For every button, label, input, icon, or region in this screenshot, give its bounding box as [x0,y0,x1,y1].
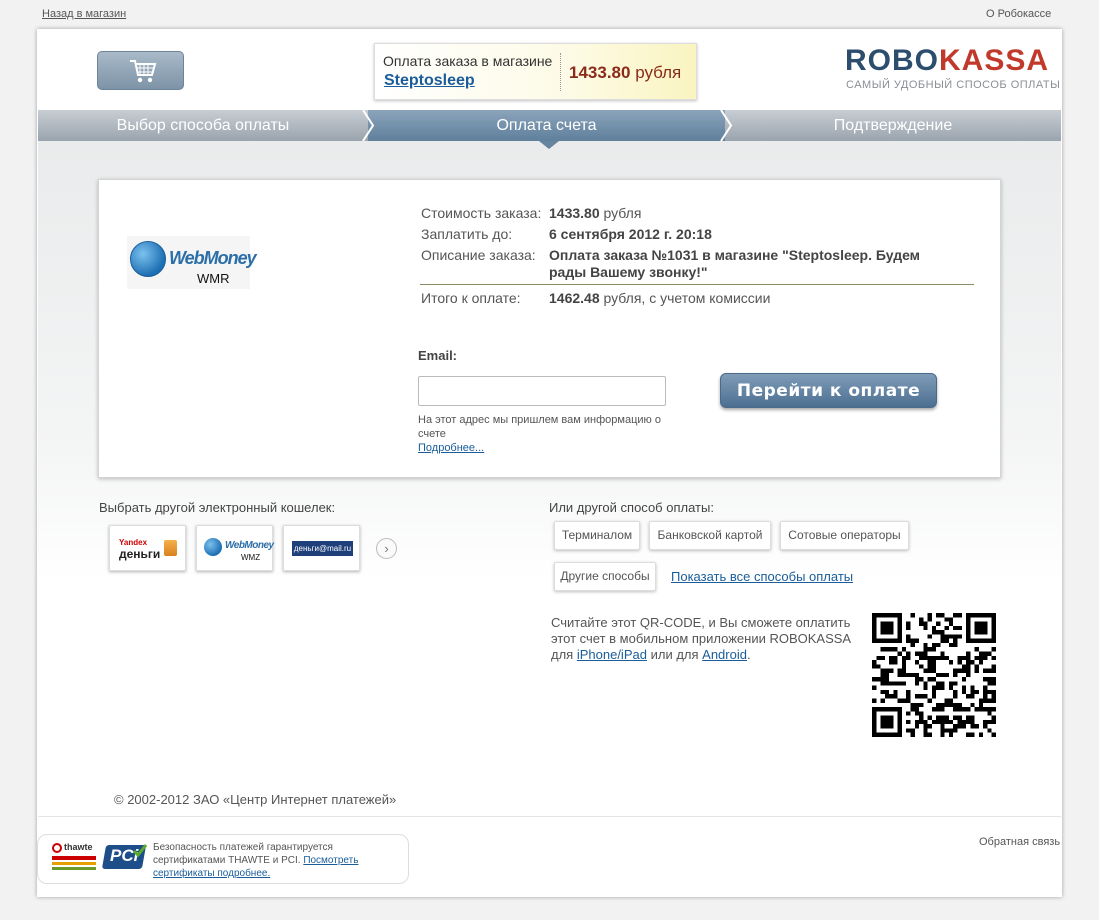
active-step-pointer [539,141,559,149]
pci-logo: PCi [101,843,148,871]
methods-title: Или другой способ оплаты: [549,500,714,515]
wallets-title: Выбрать другой электронный кошелек: [99,500,336,515]
wallet-webmoney-wmz-tile[interactable]: WebMoney WMZ [196,525,274,571]
show-all-methods-link[interactable]: Показать все способы оплаты [671,569,853,584]
wallet-mailru-tile[interactable]: деньги@mail.ru [283,525,360,571]
due-value: 6 сентября 2012 г. 20:18 [549,226,712,242]
total-label: Итого к оплате: [421,290,521,306]
cost-label: Стоимость заказа: [421,205,542,221]
email-label: Email: [418,348,458,363]
qr-description: Считайте этот QR-CODE, и Вы сможете опла… [551,615,851,662]
check-icon [132,844,148,858]
description-label: Описание заказа: [421,247,536,263]
cart-icon [130,60,157,83]
divider [420,284,974,285]
robokassa-logo: ROBOKASSA [845,44,1050,77]
step-confirmation: Подтверждение [725,110,1061,141]
certificates-box: thawte PCi Безопасность платежей гаранти… [37,834,409,884]
more-info-link[interactable]: Подробнее... [418,442,484,454]
step-choose-method: Выбор способа оплаты [38,110,368,141]
shop-name-link[interactable]: Steptosleep [384,72,475,90]
wallet-icon [164,540,177,556]
about-robokassa-link[interactable]: О Робокассе [986,8,1051,20]
step-separator-icon [362,110,375,141]
progress-steps: Выбор способа оплаты Оплата счета Подтве… [38,110,1061,141]
webmoney-globe-icon [130,241,166,277]
description-value: Оплата заказа №1031 в магазине "Steptosl… [549,247,921,280]
method-mobile-operators-button[interactable]: Сотовые операторы [780,521,909,550]
order-amount: 1433.80 рубля [569,63,681,83]
thawte-seal-icon [52,843,62,853]
proceed-to-payment-button[interactable]: Перейти к оплате [720,373,937,408]
webmoney-globe-icon [204,538,222,556]
divider [38,816,1061,817]
due-label: Заплатить до: [421,226,513,242]
iphone-link[interactable]: iPhone/iPad [577,647,647,662]
android-link[interactable]: Android [702,647,747,662]
back-to-shop-link[interactable]: Назад в магазин [42,8,126,20]
wallet-yandex-tile[interactable]: Yandex деньги [109,525,186,571]
email-hint: На этот адрес мы пришлем вам информацию … [418,414,661,440]
robokassa-slogan: САМЫЙ УДОБНЫЙ СПОСОБ ОПЛАТЫ [846,79,1061,91]
total-value: 1462.48 рубля, с учетом комиссии [549,290,771,306]
order-title: Оплата заказа в магазине [383,53,553,69]
order-summary-box: Оплата заказа в магазине Steptosleep 143… [374,43,697,100]
step-separator-icon [720,110,733,141]
order-amount-currency: рубля [635,63,682,82]
order-amount-value: 1433.80 [569,63,631,82]
cost-value: 1433.80 рубля [549,205,642,221]
cart-button[interactable] [97,51,184,90]
feedback-link[interactable]: Обратная связь [979,836,1060,848]
thawte-logo: thawte [52,842,100,873]
method-other-button[interactable]: Другие способы [554,562,656,591]
method-bank-card-button[interactable]: Банковской картой [649,521,771,550]
certificates-text: Безопасность платежей гарантируется серт… [153,842,359,879]
qr-code-icon [872,613,996,737]
method-terminal-button[interactable]: Терминалом [554,521,640,550]
divider [560,53,561,91]
step-payment: Оплата счета [368,110,725,141]
copyright: © 2002-2012 ЗАО «Центр Интернет платежей… [114,792,397,807]
email-field[interactable] [418,376,666,406]
webmoney-logo: WebMoney WMR [127,236,257,289]
chevron-right-icon[interactable]: › [376,538,397,559]
